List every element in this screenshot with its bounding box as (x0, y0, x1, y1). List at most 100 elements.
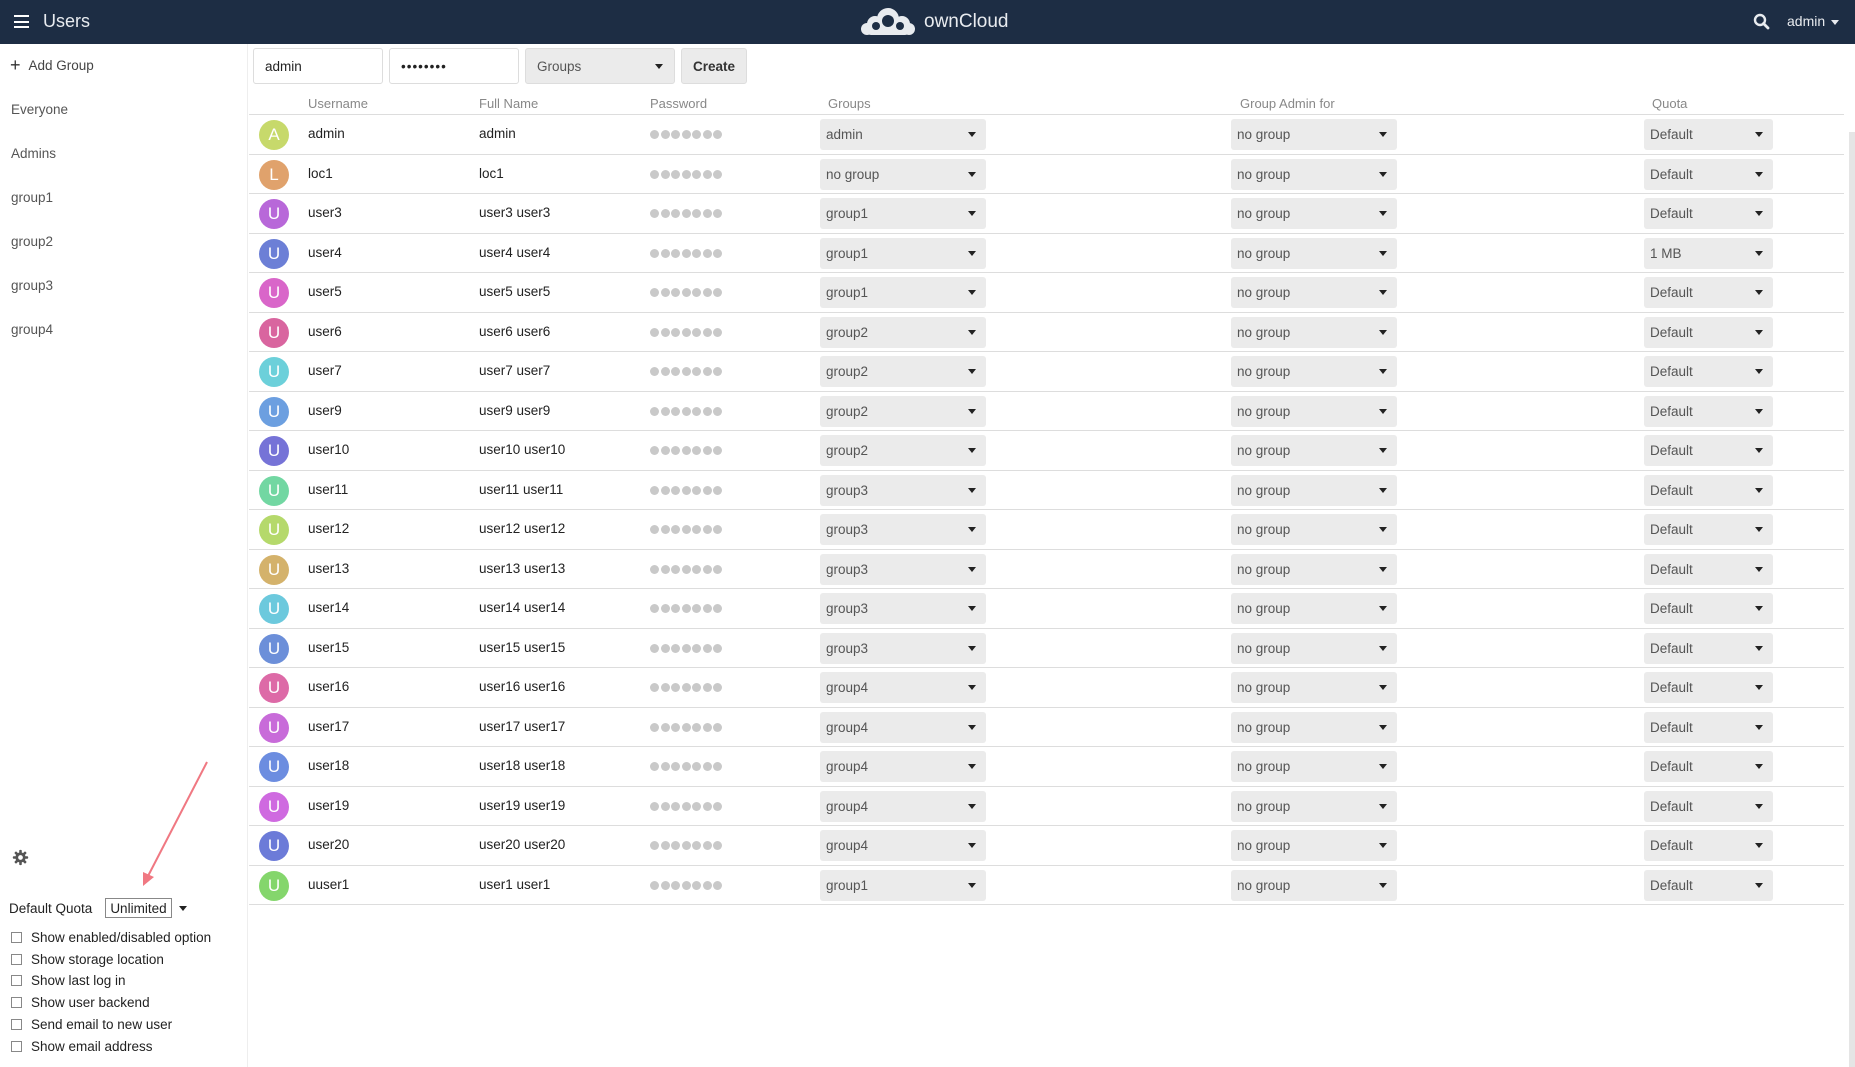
quota-dropdown[interactable]: Default (1644, 632, 1773, 664)
quota-dropdown[interactable]: Default (1644, 514, 1773, 545)
column-header-username[interactable]: Username (308, 96, 368, 111)
groups-dropdown[interactable]: group3 (820, 474, 986, 506)
password-dots[interactable] (650, 130, 722, 139)
fullname-cell[interactable]: user20 user20 (479, 837, 565, 852)
quota-dropdown[interactable]: Default (1644, 474, 1773, 506)
fullname-cell[interactable]: user1 user1 (479, 877, 550, 892)
group-admin-dropdown[interactable]: no group (1231, 830, 1397, 861)
groups-dropdown[interactable]: group2 (820, 316, 986, 348)
fullname-cell[interactable]: user15 user15 (479, 640, 565, 655)
group-admin-dropdown[interactable]: no group (1231, 790, 1397, 822)
scrollbar[interactable] (1849, 132, 1855, 1067)
fullname-cell[interactable]: user9 user9 (479, 403, 550, 418)
groups-dropdown[interactable]: group3 (820, 514, 986, 545)
password-dots[interactable] (650, 367, 722, 376)
group-admin-dropdown[interactable]: no group (1231, 277, 1397, 308)
gear-icon[interactable] (12, 849, 29, 866)
column-header-fullname[interactable]: Full Name (479, 96, 538, 111)
group-admin-dropdown[interactable]: no group (1231, 632, 1397, 664)
groups-dropdown[interactable]: group2 (820, 356, 986, 387)
user-menu[interactable]: admin (1787, 13, 1840, 29)
add-group-button[interactable]: + Add Group (10, 56, 94, 74)
fullname-cell[interactable]: user13 user13 (479, 561, 565, 576)
groups-dropdown[interactable]: group4 (820, 711, 986, 743)
fullname-cell[interactable]: user16 user16 (479, 679, 565, 694)
password-dots[interactable] (650, 762, 722, 771)
group-admin-dropdown[interactable]: no group (1231, 474, 1397, 506)
group-admin-dropdown[interactable]: no group (1231, 593, 1397, 624)
sidebar-item-group4[interactable]: group4 (11, 322, 53, 337)
fullname-cell[interactable]: user10 user10 (479, 442, 565, 457)
quota-dropdown[interactable]: Default (1644, 395, 1773, 427)
create-user-button[interactable]: Create (681, 48, 748, 84)
fullname-cell[interactable]: user19 user19 (479, 798, 565, 813)
group-admin-dropdown[interactable]: no group (1231, 356, 1397, 387)
fullname-cell[interactable]: user6 user6 (479, 324, 550, 339)
sidebar-item-everyone[interactable]: Everyone (11, 102, 68, 117)
new-password-input[interactable] (389, 48, 519, 84)
groups-dropdown[interactable]: admin (820, 119, 986, 150)
group-admin-dropdown[interactable]: no group (1231, 711, 1397, 743)
password-dots[interactable] (650, 801, 722, 811)
groups-dropdown[interactable]: group1 (820, 869, 986, 901)
groups-dropdown[interactable]: group4 (820, 751, 986, 782)
group-admin-dropdown[interactable]: no group (1231, 514, 1397, 545)
sidebar-item-group3[interactable]: group3 (11, 278, 53, 293)
password-dots[interactable] (650, 485, 722, 495)
app-title[interactable]: Users (43, 11, 90, 32)
group-admin-dropdown[interactable]: no group (1231, 237, 1397, 269)
quota-dropdown[interactable]: Default (1644, 711, 1773, 743)
fullname-cell[interactable]: user14 user14 (479, 600, 565, 615)
new-username-input[interactable] (253, 48, 383, 84)
group-admin-dropdown[interactable]: no group (1231, 553, 1397, 585)
groups-dropdown[interactable]: no group (820, 158, 986, 190)
group-admin-dropdown[interactable]: no group (1231, 158, 1397, 190)
quota-dropdown[interactable]: Default (1644, 790, 1773, 822)
password-dots[interactable] (650, 288, 722, 297)
group-admin-dropdown[interactable]: no group (1231, 672, 1397, 703)
fullname-cell[interactable]: user4 user4 (479, 245, 550, 260)
group-admin-dropdown[interactable]: no group (1231, 435, 1397, 466)
option-show-last-login[interactable]: Show last log in (11, 973, 126, 988)
sidebar-item-group1[interactable]: group1 (11, 190, 53, 205)
group-admin-dropdown[interactable]: no group (1231, 395, 1397, 427)
quota-dropdown[interactable]: Default (1644, 830, 1773, 861)
checkbox[interactable] (11, 932, 22, 943)
password-dots[interactable] (650, 406, 722, 416)
groups-dropdown[interactable]: group3 (820, 593, 986, 624)
group-admin-dropdown[interactable]: no group (1231, 119, 1397, 150)
password-dots[interactable] (650, 564, 722, 574)
password-dots[interactable] (650, 169, 722, 179)
fullname-cell[interactable]: user11 user11 (479, 482, 563, 497)
fullname-cell[interactable]: user3 user3 (479, 205, 550, 220)
quota-dropdown[interactable]: Default (1644, 751, 1773, 782)
password-dots[interactable] (650, 841, 722, 850)
groups-dropdown[interactable]: group1 (820, 237, 986, 269)
option-show-storage-location[interactable]: Show storage location (11, 952, 164, 967)
quota-dropdown[interactable]: Default (1644, 435, 1773, 466)
quota-dropdown[interactable]: Default (1644, 672, 1773, 703)
groups-dropdown[interactable]: group3 (820, 632, 986, 664)
password-dots[interactable] (650, 683, 722, 692)
search-icon[interactable] (1752, 12, 1772, 32)
new-user-groups-select[interactable]: Groups (525, 48, 675, 84)
option-show-user-backend[interactable]: Show user backend (11, 995, 150, 1010)
option-show-email[interactable]: Show email address (11, 1039, 153, 1054)
fullname-cell[interactable]: user5 user5 (479, 284, 550, 299)
password-dots[interactable] (650, 604, 722, 613)
menu-icon[interactable] (14, 15, 29, 28)
password-dots[interactable] (650, 327, 722, 337)
password-dots[interactable] (650, 209, 722, 218)
password-dots[interactable] (650, 525, 722, 534)
option-send-email[interactable]: Send email to new user (11, 1017, 172, 1032)
fullname-cell[interactable]: admin (479, 126, 516, 141)
checkbox[interactable] (11, 975, 22, 986)
fullname-cell[interactable]: user17 user17 (479, 719, 565, 734)
password-dots[interactable] (650, 880, 722, 890)
groups-dropdown[interactable]: group2 (820, 435, 986, 466)
fullname-cell[interactable]: loc1 (479, 166, 504, 181)
groups-dropdown[interactable]: group1 (820, 198, 986, 229)
quota-dropdown[interactable]: Default (1644, 119, 1773, 150)
quota-dropdown[interactable]: Default (1644, 316, 1773, 348)
fullname-cell[interactable]: user18 user18 (479, 758, 565, 773)
